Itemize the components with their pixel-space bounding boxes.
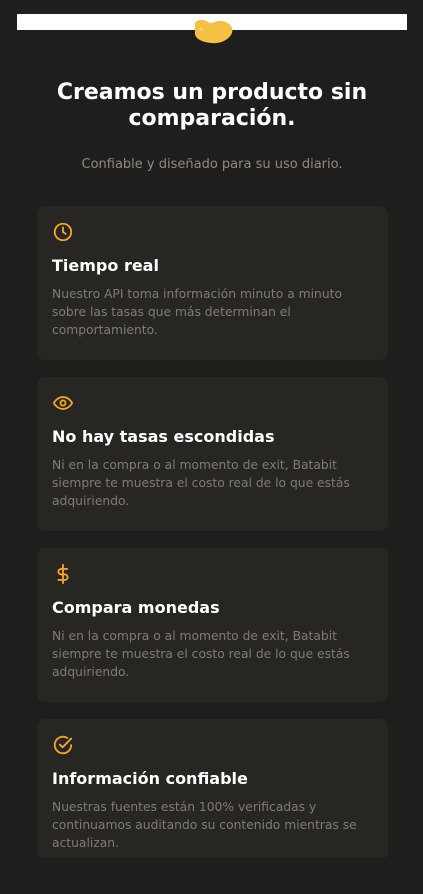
feature-title: Tiempo real [52,256,159,275]
feature-card: No hay tasas escondidas Ni en la compra … [37,377,388,531]
feature-card: Información confiable Nuestras fuentes e… [37,719,388,857]
eye-icon [52,396,74,410]
main-section: Creamos un producto sin comparación. Con… [17,14,407,857]
section-title: Creamos un producto sin comparación. [56,80,368,131]
dollar-icon [57,563,69,585]
feature-description: Ni en la compra o al momento de exit, Ba… [52,629,350,679]
clock-icon [53,222,73,242]
feature-title: No hay tasas escondidas [52,427,275,446]
feature-description: Nuestro API toma información minuto a mi… [52,287,342,337]
check-circle-icon [53,735,73,755]
feature-title: Información confiable [52,769,248,788]
feature-description: Ni en la compra o al momento de exit, Ba… [52,458,350,508]
feature-card: Compara monedas Ni en la compra o al mom… [37,548,388,702]
feature-card: Tiempo real Nuestro API toma información… [37,206,388,360]
feature-title: Compara monedas [52,598,220,617]
section-subtitle: Confiable y diseñado para su uso diario. [81,157,343,172]
feature-description: Nuestras fuentes están 100% verificadas … [52,800,357,850]
yellow-blob-logo [194,19,233,44]
